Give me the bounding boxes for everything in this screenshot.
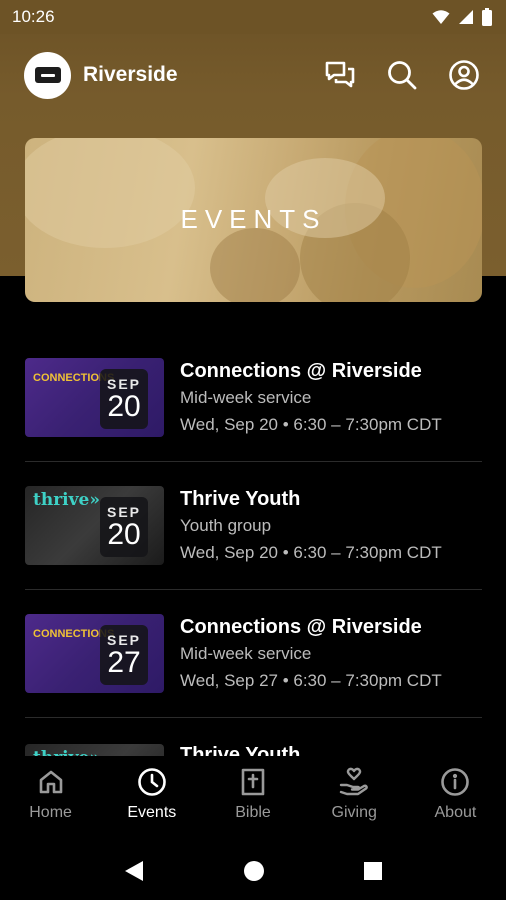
giving-icon xyxy=(338,766,370,798)
header-actions xyxy=(322,57,482,93)
event-datetime: Wed, Sep 27 • 6:30 – 7:30pm CDT xyxy=(180,671,442,690)
bottom-navigation: Home Events Bible Giving About xyxy=(0,756,506,842)
nav-item-about[interactable]: About xyxy=(405,756,506,842)
profile-button[interactable] xyxy=(446,57,482,93)
nav-item-events[interactable]: Events xyxy=(101,756,202,842)
nav-item-home[interactable]: Home xyxy=(0,756,101,842)
nav-item-giving[interactable]: Giving xyxy=(304,756,405,842)
messages-button[interactable] xyxy=(322,57,358,93)
clock-icon xyxy=(136,766,168,798)
event-list-item[interactable]: CONNECTIONS SEP 20 Connections @ Riversi… xyxy=(25,334,482,462)
logo-mark-icon xyxy=(34,67,61,83)
event-list-item[interactable]: thrive» SEP 20 Thrive Youth Youth group … xyxy=(25,462,482,590)
bible-icon xyxy=(237,766,269,798)
nav-label: Giving xyxy=(331,804,377,821)
search-icon xyxy=(388,61,417,90)
event-subtitle: Youth group xyxy=(180,516,272,535)
event-text: Connections @ Riverside Mid-week service… xyxy=(180,616,442,691)
date-badge: SEP 20 xyxy=(100,369,148,429)
event-list-item[interactable]: CONNECTIONS SEP 27 Connections @ Riversi… xyxy=(25,590,482,718)
event-datetime: Wed, Sep 20 • 6:30 – 7:30pm CDT xyxy=(180,543,442,562)
date-badge: SEP 27 xyxy=(100,625,148,685)
search-button[interactable] xyxy=(384,57,420,93)
date-badge: SEP 20 xyxy=(100,497,148,557)
nav-label: Home xyxy=(29,804,72,821)
app-header: Riverside xyxy=(0,40,506,110)
nav-label: Bible xyxy=(235,804,271,821)
event-subtitle: Mid-week service xyxy=(180,388,312,407)
event-title: Connections @ Riverside xyxy=(180,616,422,638)
system-navigation-bar xyxy=(0,842,506,900)
event-subtitle: Mid-week service xyxy=(180,644,312,663)
home-icon xyxy=(35,766,67,798)
event-title: Thrive Youth xyxy=(180,488,301,510)
recents-icon[interactable] xyxy=(363,861,383,881)
signal-icon xyxy=(459,10,473,24)
app-title: Riverside xyxy=(83,63,178,86)
nav-label: Events xyxy=(127,804,177,821)
event-thumbnail: thrive» SEP 20 xyxy=(25,486,164,565)
status-time: 10:26 xyxy=(12,7,55,26)
status-bar: 10:26 xyxy=(0,0,506,34)
status-icons xyxy=(432,8,492,26)
thumbnail-text: thrive» xyxy=(33,490,100,510)
nav-item-bible[interactable]: Bible xyxy=(202,756,303,842)
account-icon xyxy=(449,60,479,90)
badge-day: 27 xyxy=(107,646,141,679)
badge-day: 20 xyxy=(107,518,141,551)
wifi-icon xyxy=(432,10,450,24)
events-banner: EVENTS xyxy=(25,138,482,302)
battery-icon xyxy=(482,8,492,26)
badge-day: 20 xyxy=(107,390,141,423)
event-thumbnail: CONNECTIONS SEP 27 xyxy=(25,614,164,693)
nav-label: About xyxy=(434,804,477,821)
back-icon[interactable] xyxy=(123,859,145,883)
event-title: Connections @ Riverside xyxy=(180,360,422,382)
event-thumbnail: CONNECTIONS SEP 20 xyxy=(25,358,164,437)
event-datetime: Wed, Sep 20 • 6:30 – 7:30pm CDT xyxy=(180,415,442,434)
info-icon xyxy=(439,766,471,798)
event-text: Connections @ Riverside Mid-week service… xyxy=(180,360,442,435)
home-circle-icon[interactable] xyxy=(243,860,265,882)
event-text: Thrive Youth Youth group Wed, Sep 20 • 6… xyxy=(180,488,442,563)
banner-title: EVENTS xyxy=(180,204,327,234)
chat-icon xyxy=(325,61,355,88)
church-logo[interactable] xyxy=(24,51,71,99)
